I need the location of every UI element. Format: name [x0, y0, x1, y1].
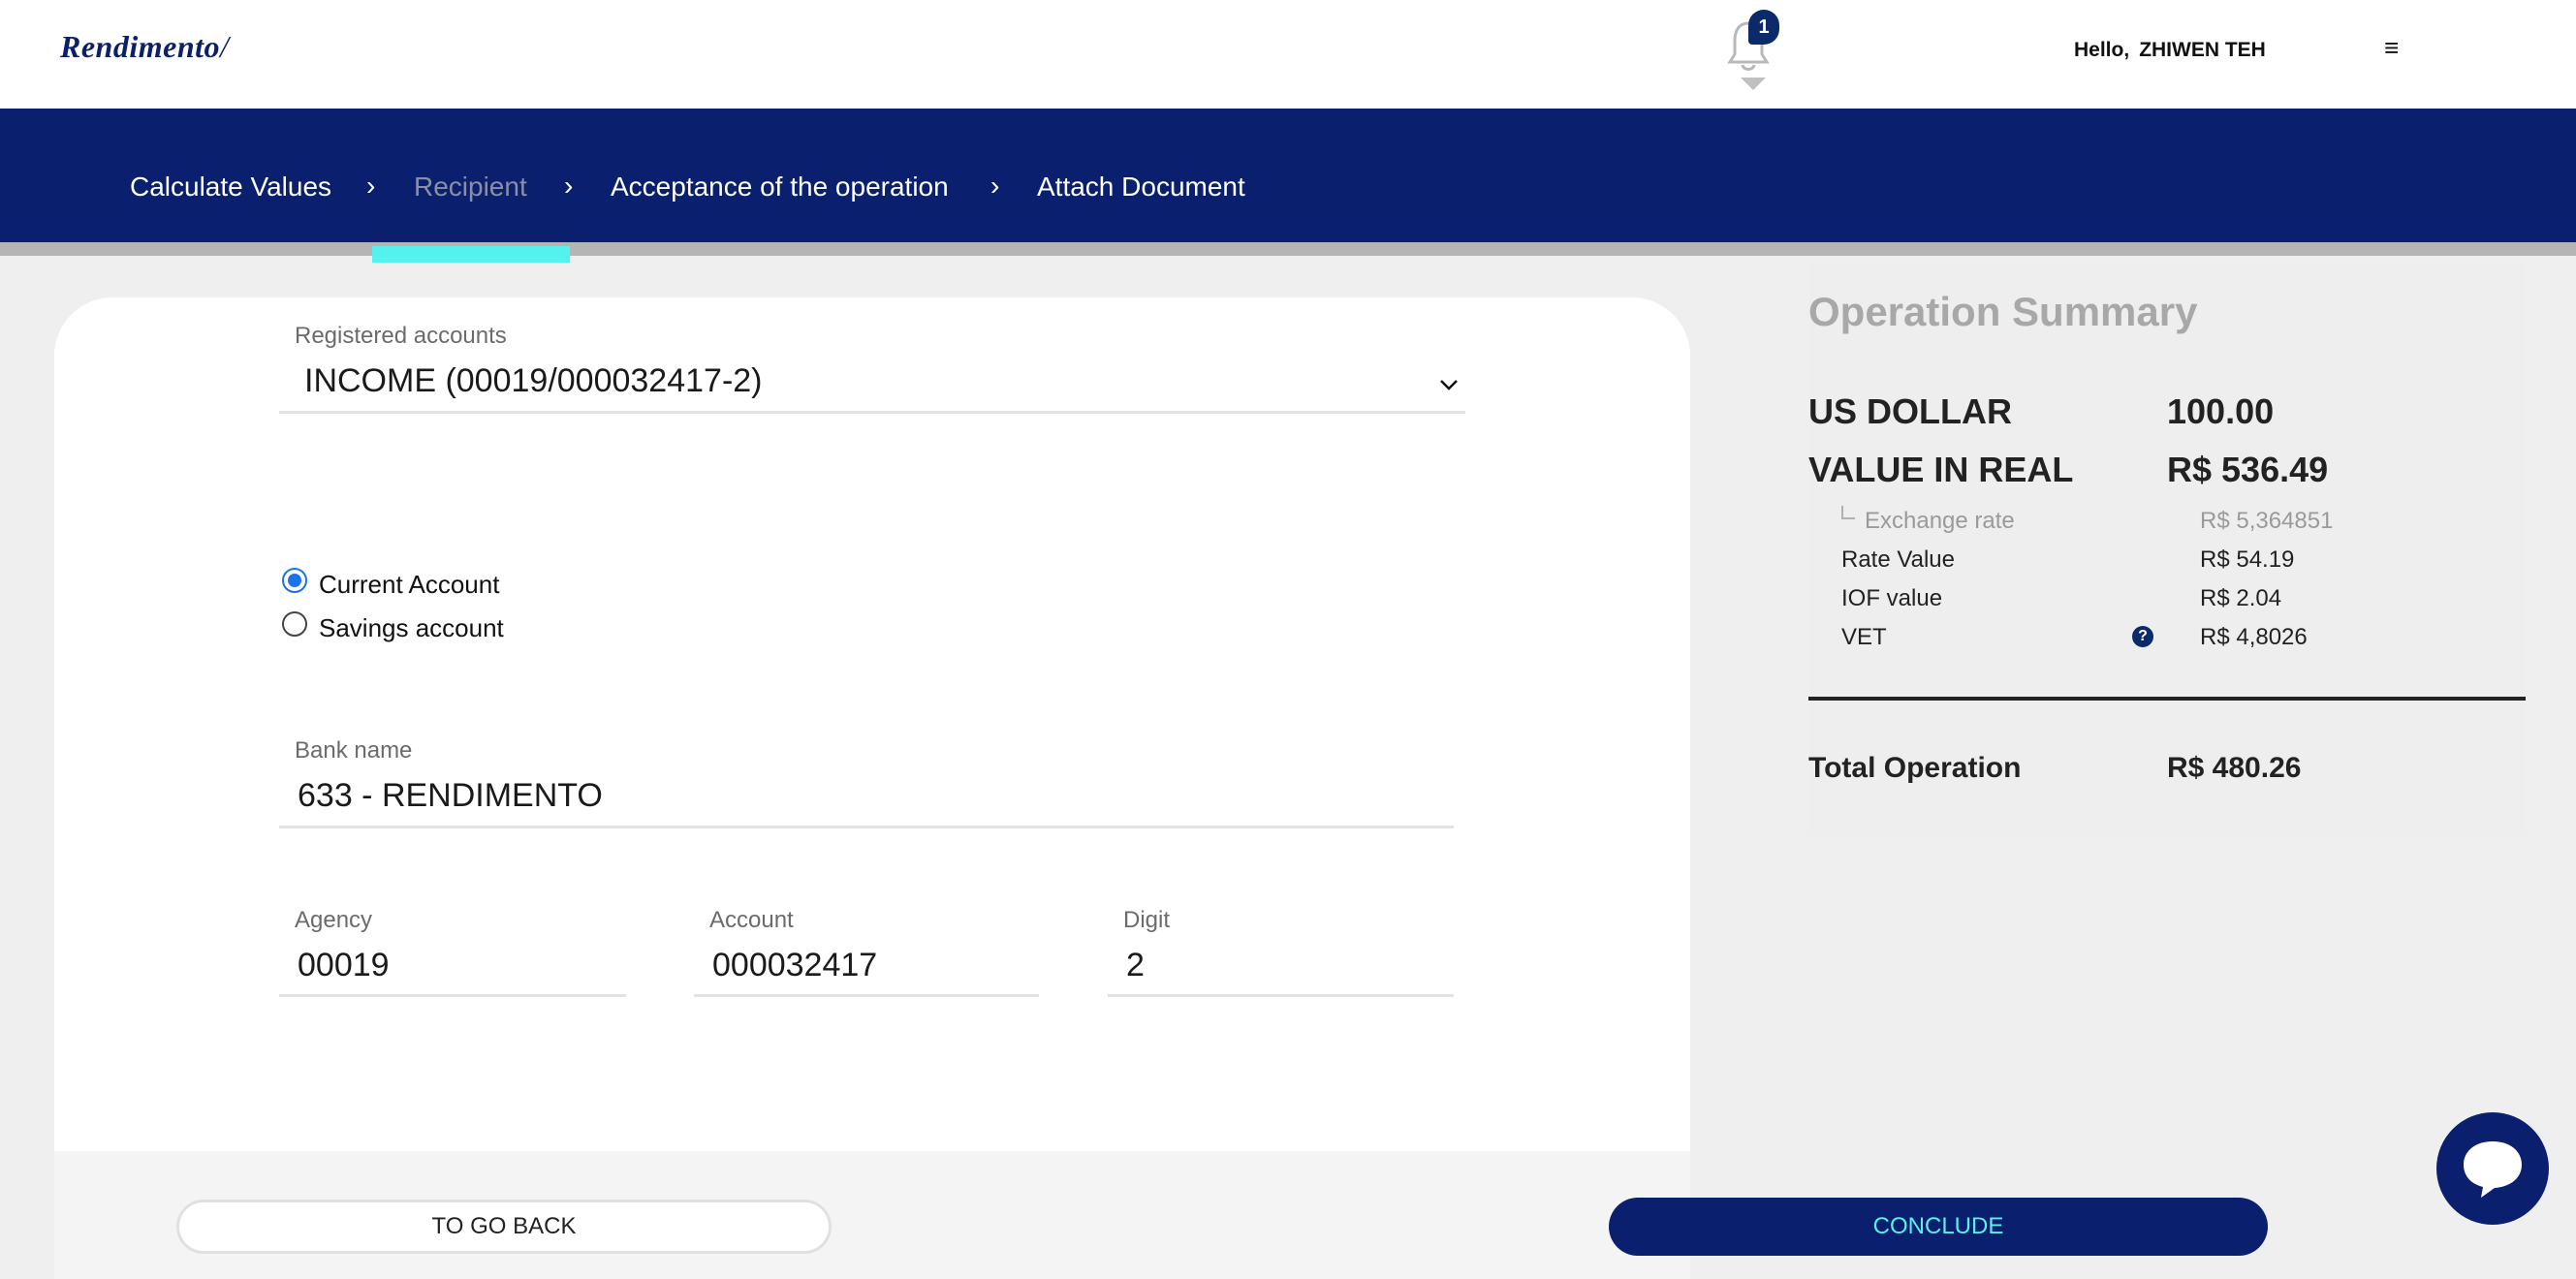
help-icon[interactable]: ?: [2132, 626, 2153, 647]
notifications-button[interactable]: 1: [1727, 10, 1781, 93]
savings-account-label[interactable]: Savings account: [319, 613, 504, 643]
rate-value-value: R$ 54.19: [2200, 546, 2295, 573]
agency-field[interactable]: 00019: [298, 947, 390, 984]
rate-value-label: Rate Value: [1841, 546, 1955, 573]
logo-slash: /: [220, 29, 230, 64]
registered-accounts-select[interactable]: INCOME (00019/000032417-2): [304, 362, 763, 400]
chat-icon: [2464, 1141, 2522, 1198]
step-recipient[interactable]: Recipient: [414, 172, 527, 203]
chat-button[interactable]: [2436, 1112, 2549, 1225]
vet-value: R$ 4,8026: [2200, 624, 2308, 650]
summary-title: Operation Summary: [1808, 289, 2198, 334]
stepper-bar: [0, 109, 2576, 242]
digit-field[interactable]: 2: [1126, 947, 1145, 984]
chevron-down-icon[interactable]: [1438, 372, 1460, 397]
current-account-radio[interactable]: [282, 568, 307, 593]
bank-name-field[interactable]: 633 - RENDIMENTO: [298, 777, 603, 815]
us-dollar-value: 100.00: [2167, 391, 2275, 431]
step-acceptance[interactable]: Acceptance of the operation: [611, 172, 949, 203]
conclude-button[interactable]: CONCLUDE: [1609, 1198, 2268, 1256]
savings-account-radio[interactable]: [282, 611, 307, 637]
chevron-down-icon: [1741, 78, 1766, 90]
summary-divider: [1808, 697, 2526, 701]
step-calculate-values[interactable]: Calculate Values: [130, 172, 331, 203]
current-account-label[interactable]: Current Account: [319, 570, 499, 600]
go-back-button[interactable]: TO GO BACK: [176, 1200, 832, 1254]
account-field[interactable]: 000032417: [712, 947, 877, 984]
chevron-right-icon: ›: [366, 171, 376, 201]
brand-logo[interactable]: Rendimento/: [60, 29, 229, 65]
registered-accounts-label: Registered accounts: [295, 323, 507, 349]
digit-underline: [1108, 994, 1454, 997]
greeting-text: Hello,: [2074, 39, 2130, 61]
chevron-right-icon: ›: [990, 171, 1000, 201]
logo-text: Rendimento: [60, 29, 221, 64]
agency-underline: [279, 994, 626, 997]
active-step-indicator: [372, 246, 570, 263]
notification-badge: 1: [1748, 10, 1779, 45]
total-operation-value: R$ 480.26: [2167, 752, 2302, 784]
registered-accounts-underline: [279, 411, 1465, 414]
step-attach-document[interactable]: Attach Document: [1037, 172, 1245, 203]
value-in-real-label: VALUE IN REAL: [1808, 450, 2074, 489]
total-operation-label: Total Operation: [1808, 752, 2022, 784]
iof-value-label: IOF value: [1841, 585, 1943, 611]
vet-label: VET: [1841, 624, 1887, 650]
exchange-rate-label: Exchange rate: [1865, 508, 2015, 534]
account-underline: [694, 994, 1039, 997]
sub-item-marker: [1841, 506, 1855, 519]
iof-value-value: R$ 2.04: [2200, 585, 2282, 611]
user-greeting: Hello, ZHIWEN TEH: [2074, 39, 2266, 62]
agency-label: Agency: [295, 907, 373, 933]
top-header: Rendimento/ 1 Hello, ZHIWEN TEH ≡: [0, 0, 2576, 109]
account-label: Account: [709, 907, 794, 933]
bank-name-underline: [279, 826, 1454, 828]
value-in-real-value: R$ 536.49: [2167, 450, 2329, 489]
bank-name-label: Bank name: [295, 737, 413, 764]
user-name: ZHIWEN TEH: [2139, 39, 2266, 61]
chevron-right-icon: ›: [564, 171, 574, 201]
exchange-rate-value: R$ 5,364851: [2200, 508, 2334, 534]
menu-icon[interactable]: ≡: [2384, 35, 2399, 60]
us-dollar-label: US DOLLAR: [1808, 391, 2012, 431]
digit-label: Digit: [1123, 907, 1171, 933]
